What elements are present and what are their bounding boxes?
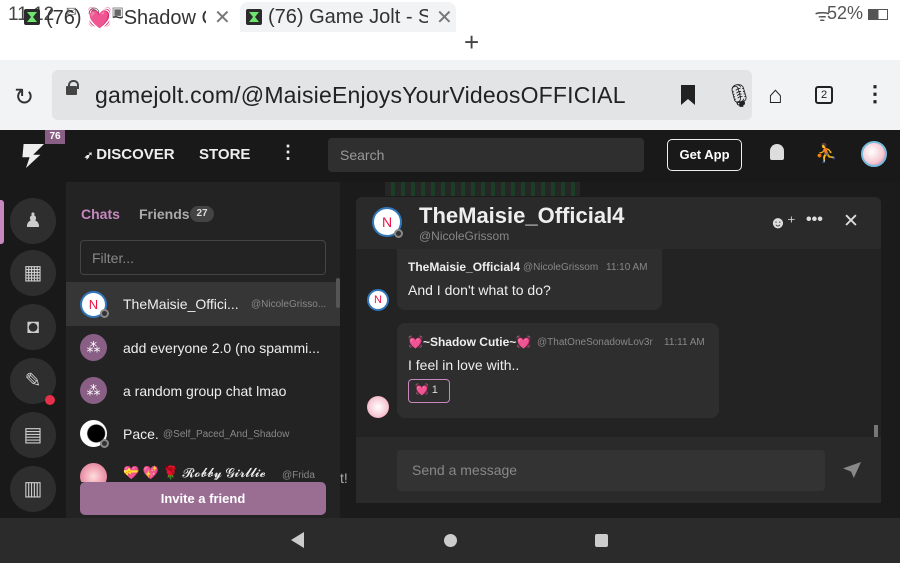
chat-handle: @Self_Paced_And_Shadow (163, 429, 290, 440)
gamejolt-favicon-icon (24, 9, 40, 25)
chat-handle: @Frida (282, 470, 315, 481)
store-icon[interactable]: ▦ (10, 250, 56, 296)
chat-name: add everyone 2.0 (no spammi... (123, 340, 320, 356)
message-handle: @NicoleGrissom (523, 262, 599, 273)
avatar[interactable] (367, 396, 389, 418)
friends-icon[interactable]: ♟ (10, 198, 56, 244)
battery-icon (868, 8, 888, 20)
compass-icon: ➶ (84, 150, 97, 162)
notification-count-badge: 76 (45, 130, 65, 144)
chat-title[interactable]: TheMaisie_Official4 (419, 203, 624, 229)
discover-link[interactable]: ➶ DISCOVER (84, 146, 175, 163)
close-icon[interactable]: ✕ (214, 5, 231, 30)
group-chat-icon: ⁂ (80, 377, 107, 404)
message-text: And I don't what to do? (408, 282, 551, 298)
message-placeholder: Send a message (412, 462, 518, 478)
tab-chats[interactable]: Chats (81, 206, 120, 222)
add-member-icon[interactable]: ☻⁺ (769, 213, 796, 233)
message-text: I feel in love with.. (408, 357, 520, 373)
close-icon[interactable]: ✕ (436, 5, 453, 30)
browser-tab-1[interactable]: (76) 💓~Shadow C ✕ (24, 2, 234, 32)
invite-friend-button[interactable]: Invite a friend (80, 482, 326, 515)
chat-name: Pace. (123, 426, 159, 442)
heart-emoji-icon: 💓 (415, 384, 429, 396)
message-bubble (397, 249, 662, 310)
avatar (80, 463, 107, 482)
more-vert-icon[interactable]: ⋮ (864, 81, 886, 107)
reaction-chip[interactable]: 💓 1 (408, 379, 450, 403)
close-icon[interactable]: ✕ (843, 210, 859, 233)
chat-icon[interactable]: ▤ (10, 412, 56, 458)
home-icon[interactable]: ⌂ (768, 82, 783, 110)
chat-name: a random group chat lmao (123, 383, 287, 399)
chat-list-scrollbar[interactable] (336, 278, 340, 308)
backpack-icon[interactable]: ◘ (10, 304, 56, 350)
message-time: 11:10 AM (606, 262, 648, 273)
battery-level: 52% (827, 3, 888, 24)
message-handle: @ThatOneSonadowLov3r (537, 337, 653, 348)
reaction-count: 1 (431, 384, 438, 396)
background-text: t! (340, 470, 348, 486)
user-avatar[interactable] (861, 141, 887, 167)
tab-friends[interactable]: Friends (139, 206, 190, 222)
friend-count-badge: 27 (190, 206, 214, 222)
chat-subtitle: @NicoleGrissom (419, 229, 510, 243)
friend-requests-icon[interactable]: ⛹ (815, 143, 837, 164)
chat-name: TheMaisie_Offici... (123, 296, 239, 312)
bell-icon[interactable] (770, 144, 784, 160)
more-horiz-icon[interactable]: ••• (806, 211, 823, 229)
recent-apps-icon[interactable] (595, 534, 608, 547)
home-button-icon[interactable] (444, 534, 457, 547)
tab-title: (76) Game Jolt - Sh (268, 5, 428, 28)
reload-icon[interactable]: ↻ (14, 83, 34, 112)
search-placeholder: Search (340, 147, 385, 163)
chat-list-item[interactable]: 💝 💖 🌹 𝓡𝓸𝓫𝓫𝔂 𝓖𝓲𝓻𝓵𝓵𝓲𝓮 @Frida (66, 458, 340, 482)
message-time: 11:11 AM (664, 337, 705, 348)
nav-more-icon[interactable]: ⋮ (279, 142, 297, 163)
browser-tab-2[interactable]: (76) Game Jolt - Sh ✕ (240, 2, 456, 32)
sidebar-active-indicator (0, 200, 4, 244)
message-author[interactable]: TheMaisie_Official4 (408, 260, 520, 274)
background-banner (385, 182, 580, 196)
new-tab-icon[interactable]: + (464, 27, 479, 58)
offline-status-icon (394, 229, 403, 238)
offline-status-icon (100, 309, 109, 318)
message-author[interactable]: 💓~Shadow Cutie~💓 (408, 335, 531, 349)
group-chat-icon: ⁂ (80, 334, 107, 361)
offline-status-icon (100, 439, 109, 448)
tab-switcher-button[interactable]: 2 (815, 86, 833, 104)
new-activity-dot (45, 395, 55, 405)
lock-icon (66, 80, 79, 95)
microphone-icon[interactable]: 🎙 (725, 83, 753, 109)
chat-name: 💝 💖 🌹 𝓡𝓸𝓫𝓫𝔂 𝓖𝓲𝓻𝓵𝓵𝓲𝓮 (123, 465, 266, 480)
back-icon[interactable] (291, 532, 304, 548)
url-text[interactable]: gamejolt.com/@MaisieEnjoysYourVideosOFFI… (95, 82, 626, 109)
store-link[interactable]: STORE (199, 146, 250, 163)
gamejolt-favicon-icon (246, 9, 262, 25)
chat-handle: @NicoleGrisso... (251, 299, 327, 310)
library-icon[interactable]: ▥ (10, 466, 56, 512)
filter-placeholder: Filter... (92, 250, 135, 266)
get-app-button[interactable]: Get App (667, 139, 742, 171)
tab-title: (76) 💓~Shadow C (46, 6, 206, 29)
avatar[interactable]: N (367, 289, 389, 311)
